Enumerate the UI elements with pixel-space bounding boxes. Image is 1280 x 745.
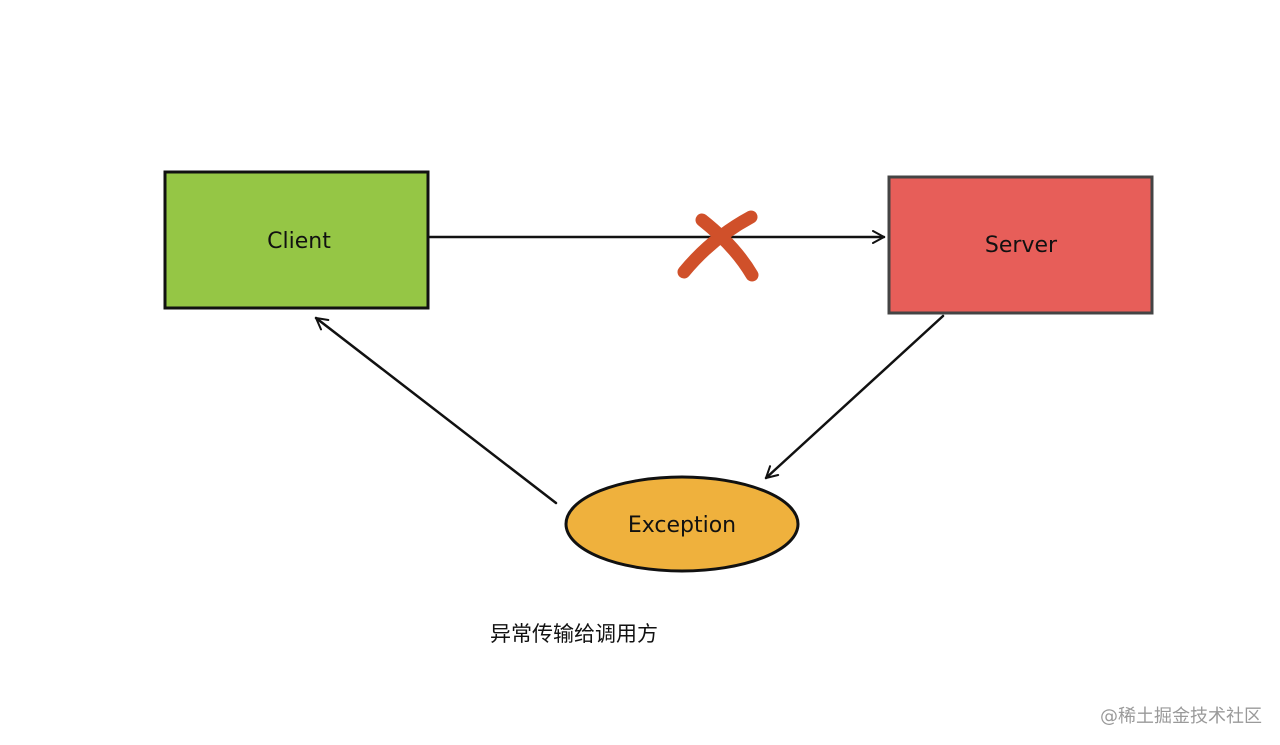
diagram-caption: 异常传输给调用方 — [490, 622, 658, 646]
edge-server-to-exception — [764, 314, 945, 480]
cross-icon — [677, 210, 759, 282]
client-node: Client — [163, 170, 430, 310]
server-label: Server — [985, 233, 1058, 258]
exception-node: Exception — [564, 475, 800, 573]
edge-exception-to-client — [314, 316, 558, 505]
watermark: @稀土掘金技术社区 — [1100, 706, 1262, 727]
server-node: Server — [887, 175, 1154, 315]
client-label: Client — [267, 229, 331, 254]
exception-label: Exception — [628, 513, 736, 538]
